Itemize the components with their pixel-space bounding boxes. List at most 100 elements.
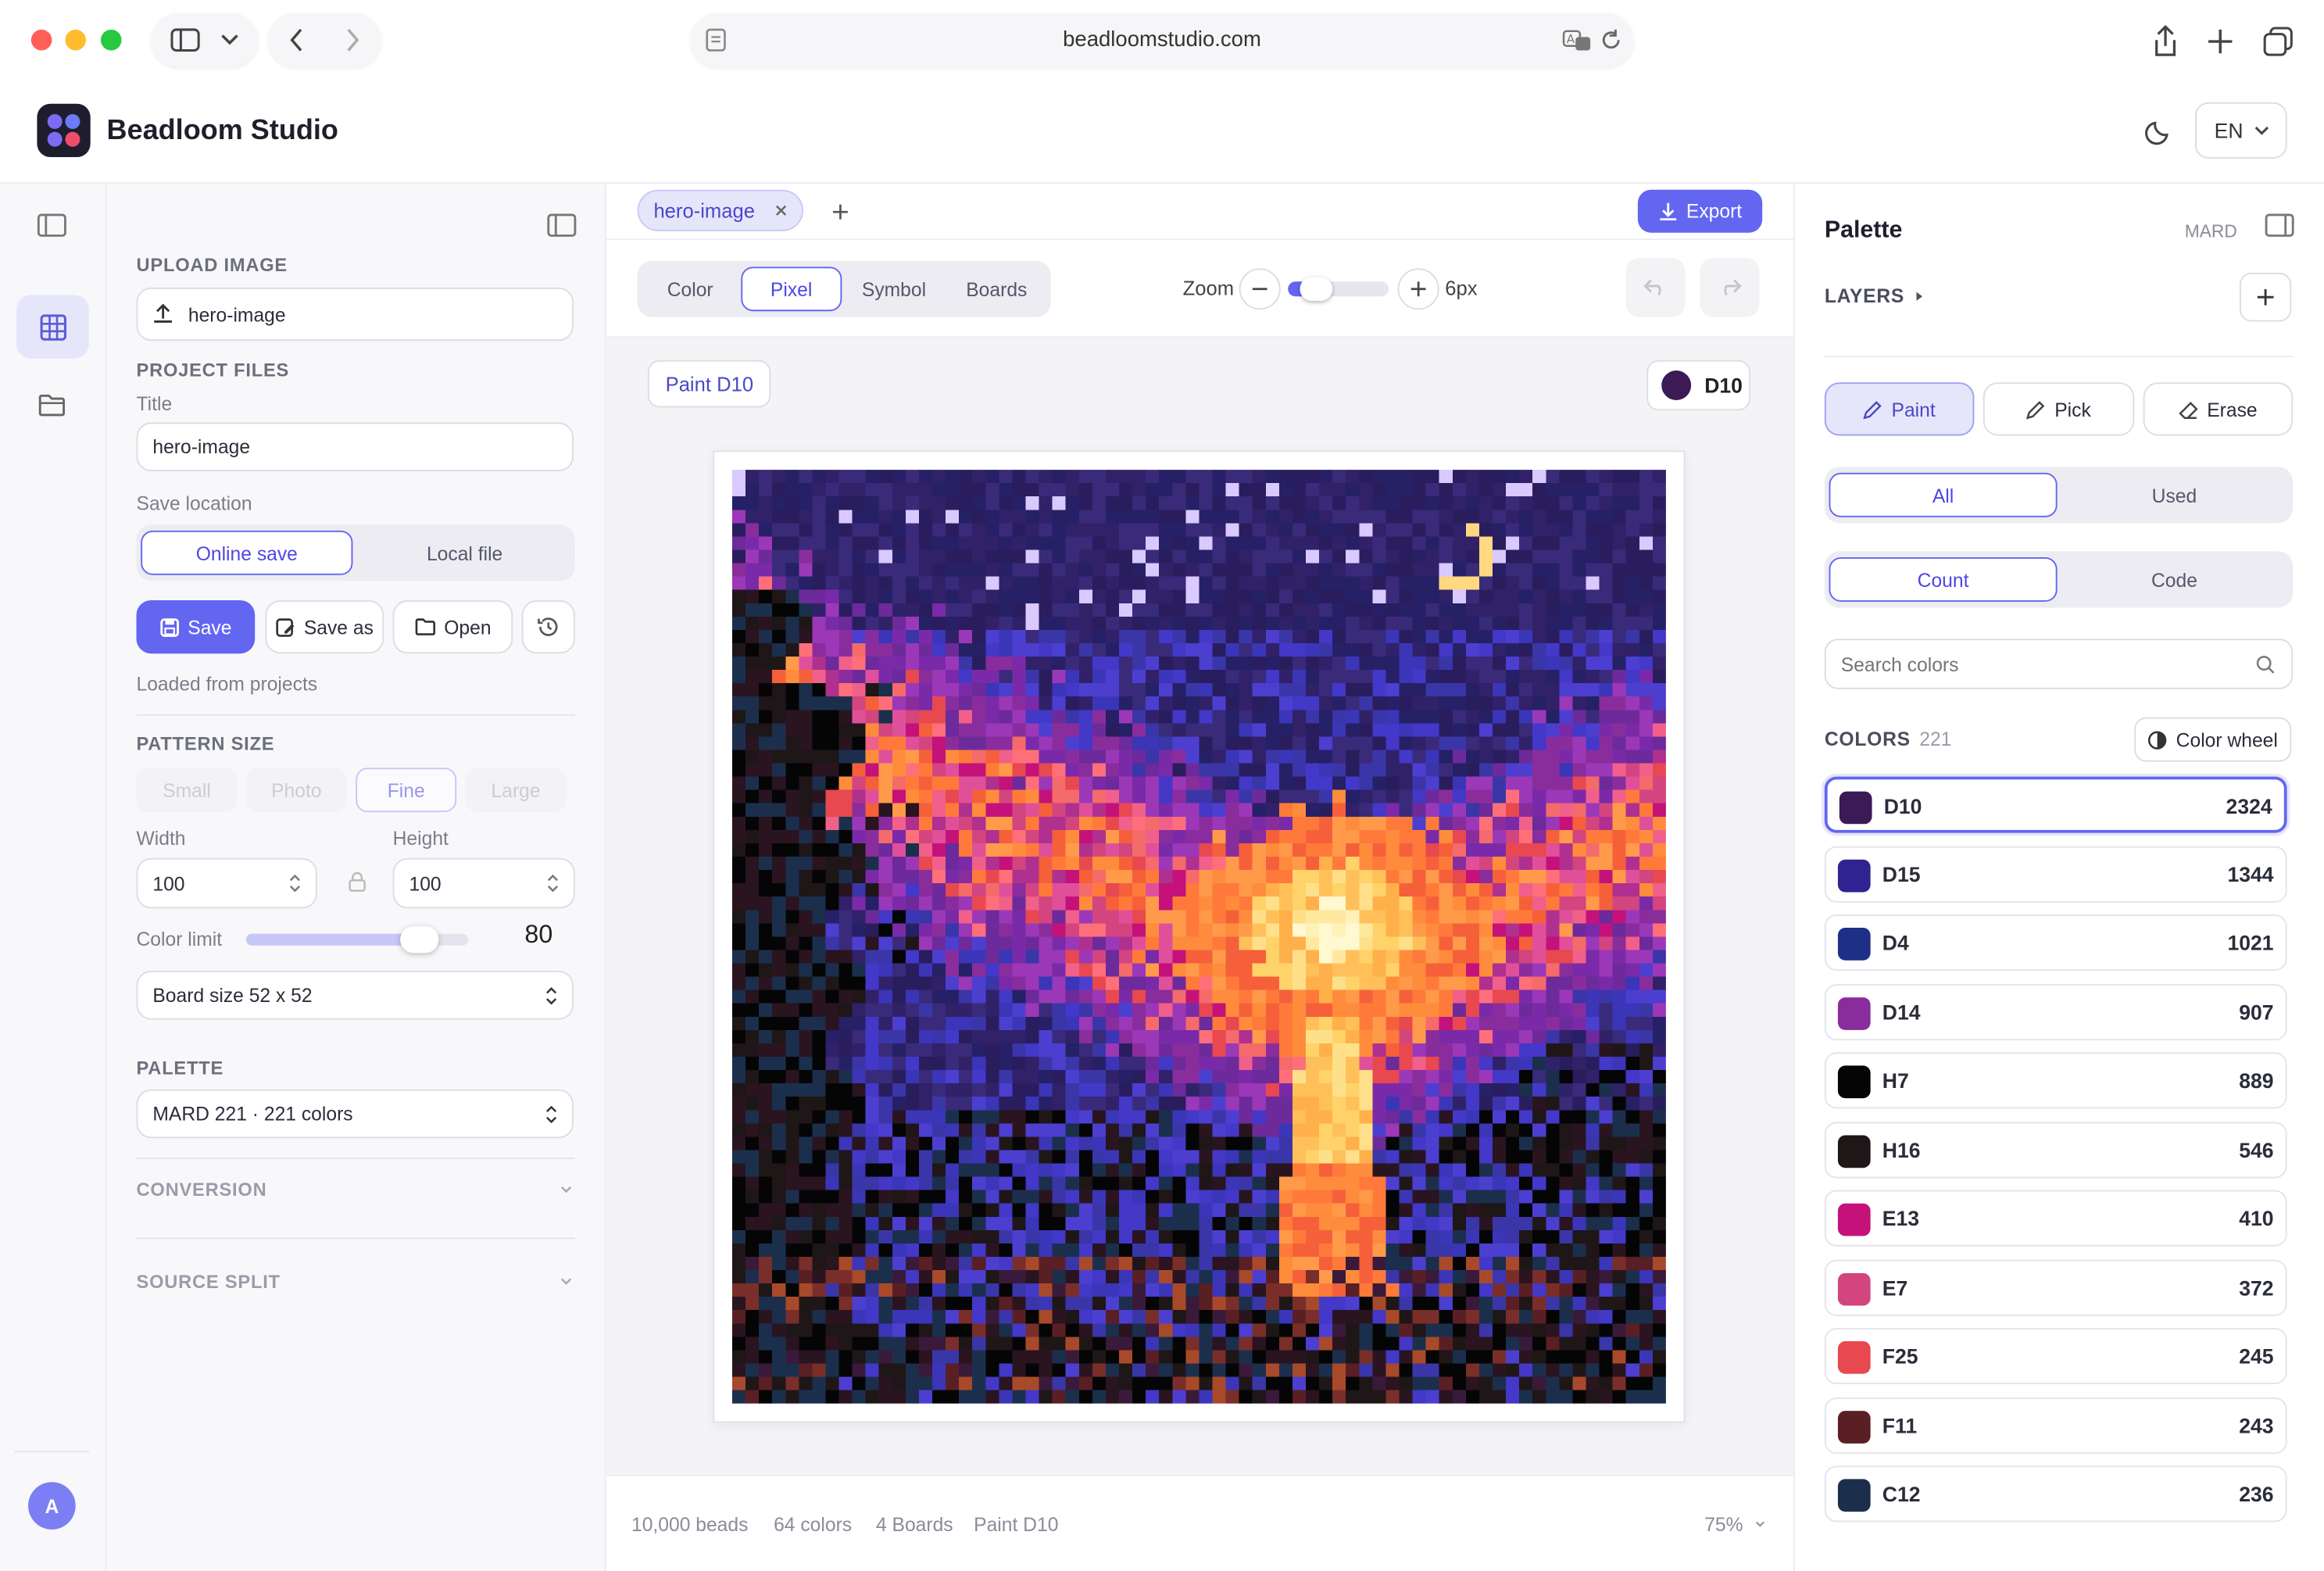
export-button[interactable]: Export: [1637, 189, 1763, 233]
mode-pixel[interactable]: Pixel: [741, 267, 842, 312]
tool-pick[interactable]: Pick: [1983, 382, 2135, 436]
tool-erase[interactable]: Erase: [2143, 382, 2294, 436]
color-swatch: [1837, 1065, 1871, 1099]
share-icon[interactable]: [2152, 25, 2179, 58]
plus-icon: [2257, 288, 2274, 306]
color-wheel-icon: [2148, 730, 2168, 750]
stepper-icon: [545, 986, 557, 1004]
sidebar-icon[interactable]: [170, 28, 200, 52]
plus-icon: [1410, 281, 1426, 297]
color-row-d14[interactable]: D14 907: [1824, 984, 2287, 1041]
new-tab-icon[interactable]: [2207, 28, 2233, 55]
add-layer-button[interactable]: [2239, 272, 2292, 322]
language-select[interactable]: EN: [2195, 102, 2287, 159]
preset-photo[interactable]: Photo: [245, 768, 347, 813]
width-stepper[interactable]: 100: [136, 857, 317, 909]
board-size-select[interactable]: Board size 52 x 52: [136, 971, 574, 1020]
avatar[interactable]: A: [28, 1482, 76, 1530]
chevron-down-icon[interactable]: [221, 34, 239, 46]
color-row-h16[interactable]: H16 546: [1824, 1122, 2287, 1179]
tab-overview-icon[interactable]: [2263, 27, 2293, 56]
add-tab-icon[interactable]: [831, 203, 849, 221]
color-limit-handle[interactable]: [400, 926, 439, 954]
color-code: F11: [1882, 1413, 1918, 1438]
zoom-in-button[interactable]: [1397, 268, 1439, 310]
maximize-window-button[interactable]: [100, 29, 122, 51]
color-code: C12: [1882, 1482, 1921, 1506]
mode-boards[interactable]: Boards: [947, 267, 1047, 311]
layers-toggle[interactable]: LAYERS: [1825, 284, 1922, 307]
color-count: 889: [2239, 1068, 2274, 1093]
color-limit-slider[interactable]: [245, 926, 469, 954]
zoom-handle[interactable]: [1300, 277, 1333, 301]
title-input[interactable]: hero-image: [136, 422, 574, 471]
palette-select[interactable]: MARD 221 · 221 colors: [136, 1089, 574, 1139]
mode-color[interactable]: Color: [642, 267, 738, 311]
color-row-h7[interactable]: H7 889: [1824, 1052, 2287, 1109]
color-row-d10[interactable]: D10 2324: [1824, 776, 2287, 833]
folder-icon[interactable]: [38, 392, 65, 417]
save-button[interactable]: Save: [136, 599, 256, 654]
status-zoom-select[interactable]: 75%: [1704, 1513, 1765, 1535]
save-as-button[interactable]: Save as: [265, 599, 384, 654]
minimize-window-button[interactable]: [65, 29, 87, 51]
tab-hero-image[interactable]: hero-image: [637, 189, 804, 231]
color-row-d4[interactable]: D4 1021: [1824, 914, 2287, 972]
tool-erase-label: Erase: [2207, 398, 2258, 420]
stepper-icon: [547, 874, 559, 893]
collapse-sidebar-icon[interactable]: [37, 213, 66, 237]
dark-mode-icon[interactable]: [2145, 119, 2172, 145]
color-search-input[interactable]: [1840, 649, 2241, 679]
back-icon[interactable]: [289, 28, 304, 52]
color-row-f11[interactable]: F11 243: [1824, 1397, 2287, 1455]
color-row-f25[interactable]: F25 245: [1824, 1327, 2287, 1385]
panel-toggle-icon[interactable]: [547, 213, 577, 237]
color-row-c12[interactable]: C12 236: [1824, 1465, 2287, 1523]
preset-small[interactable]: Small: [136, 768, 238, 813]
color-wheel-button[interactable]: Color wheel: [2134, 717, 2292, 762]
history-nav: [268, 13, 381, 67]
redo-button[interactable]: [1700, 257, 1760, 317]
upload-file-button[interactable]: hero-image: [136, 287, 574, 342]
lock-ratio-icon[interactable]: [349, 871, 366, 893]
color-search[interactable]: [1824, 639, 2294, 689]
address-bar[interactable]: beadloomstudio.com A: [690, 13, 1634, 67]
undo-button[interactable]: [1625, 257, 1686, 317]
color-count: 372: [2239, 1276, 2274, 1300]
project-section-title: PROJECT FILES: [136, 360, 290, 381]
sort-code[interactable]: Code: [2060, 557, 2288, 602]
forward-icon[interactable]: [345, 28, 360, 52]
history-button[interactable]: [521, 599, 575, 654]
mode-symbol[interactable]: Symbol: [844, 267, 944, 311]
translate-icon[interactable]: A: [1562, 28, 1592, 52]
preset-large[interactable]: Large: [465, 768, 567, 813]
search-icon[interactable]: [2256, 655, 2276, 675]
zoom-slider[interactable]: [1288, 277, 1389, 301]
color-swatch: [1837, 1203, 1871, 1236]
reload-icon[interactable]: [1600, 28, 1621, 52]
current-color-chip[interactable]: D10: [1646, 360, 1751, 411]
open-button[interactable]: Open: [392, 599, 513, 654]
online-save-option[interactable]: Online save: [141, 530, 353, 575]
filter-used[interactable]: Used: [2060, 473, 2288, 517]
local-file-option[interactable]: Local file: [359, 531, 570, 575]
filter-all[interactable]: All: [1829, 472, 2058, 517]
rail-item-editor[interactable]: [16, 295, 89, 359]
sort-count[interactable]: Count: [1829, 556, 2058, 602]
sort-tabs: Count Code: [1824, 551, 2294, 608]
color-row-e13[interactable]: E13 410: [1824, 1190, 2287, 1247]
close-icon[interactable]: [776, 205, 788, 217]
color-row-e7[interactable]: E7 372: [1824, 1259, 2287, 1316]
preset-fine[interactable]: Fine: [356, 768, 457, 813]
source-split-section-toggle[interactable]: SOURCE SPLIT: [136, 1272, 572, 1292]
close-window-button[interactable]: [30, 29, 52, 51]
panel-toggle-icon[interactable]: [2265, 213, 2294, 237]
bead-pattern-canvas[interactable]: [731, 470, 1666, 1404]
zoom-out-button[interactable]: [1239, 268, 1281, 310]
open-label: Open: [444, 615, 492, 639]
height-stepper[interactable]: 100: [392, 857, 575, 909]
conversion-section-toggle[interactable]: CONVERSION: [136, 1179, 572, 1201]
stepper-icon: [289, 874, 301, 893]
tool-paint[interactable]: Paint: [1824, 382, 1975, 436]
color-row-d15[interactable]: D15 1344: [1824, 846, 2287, 903]
